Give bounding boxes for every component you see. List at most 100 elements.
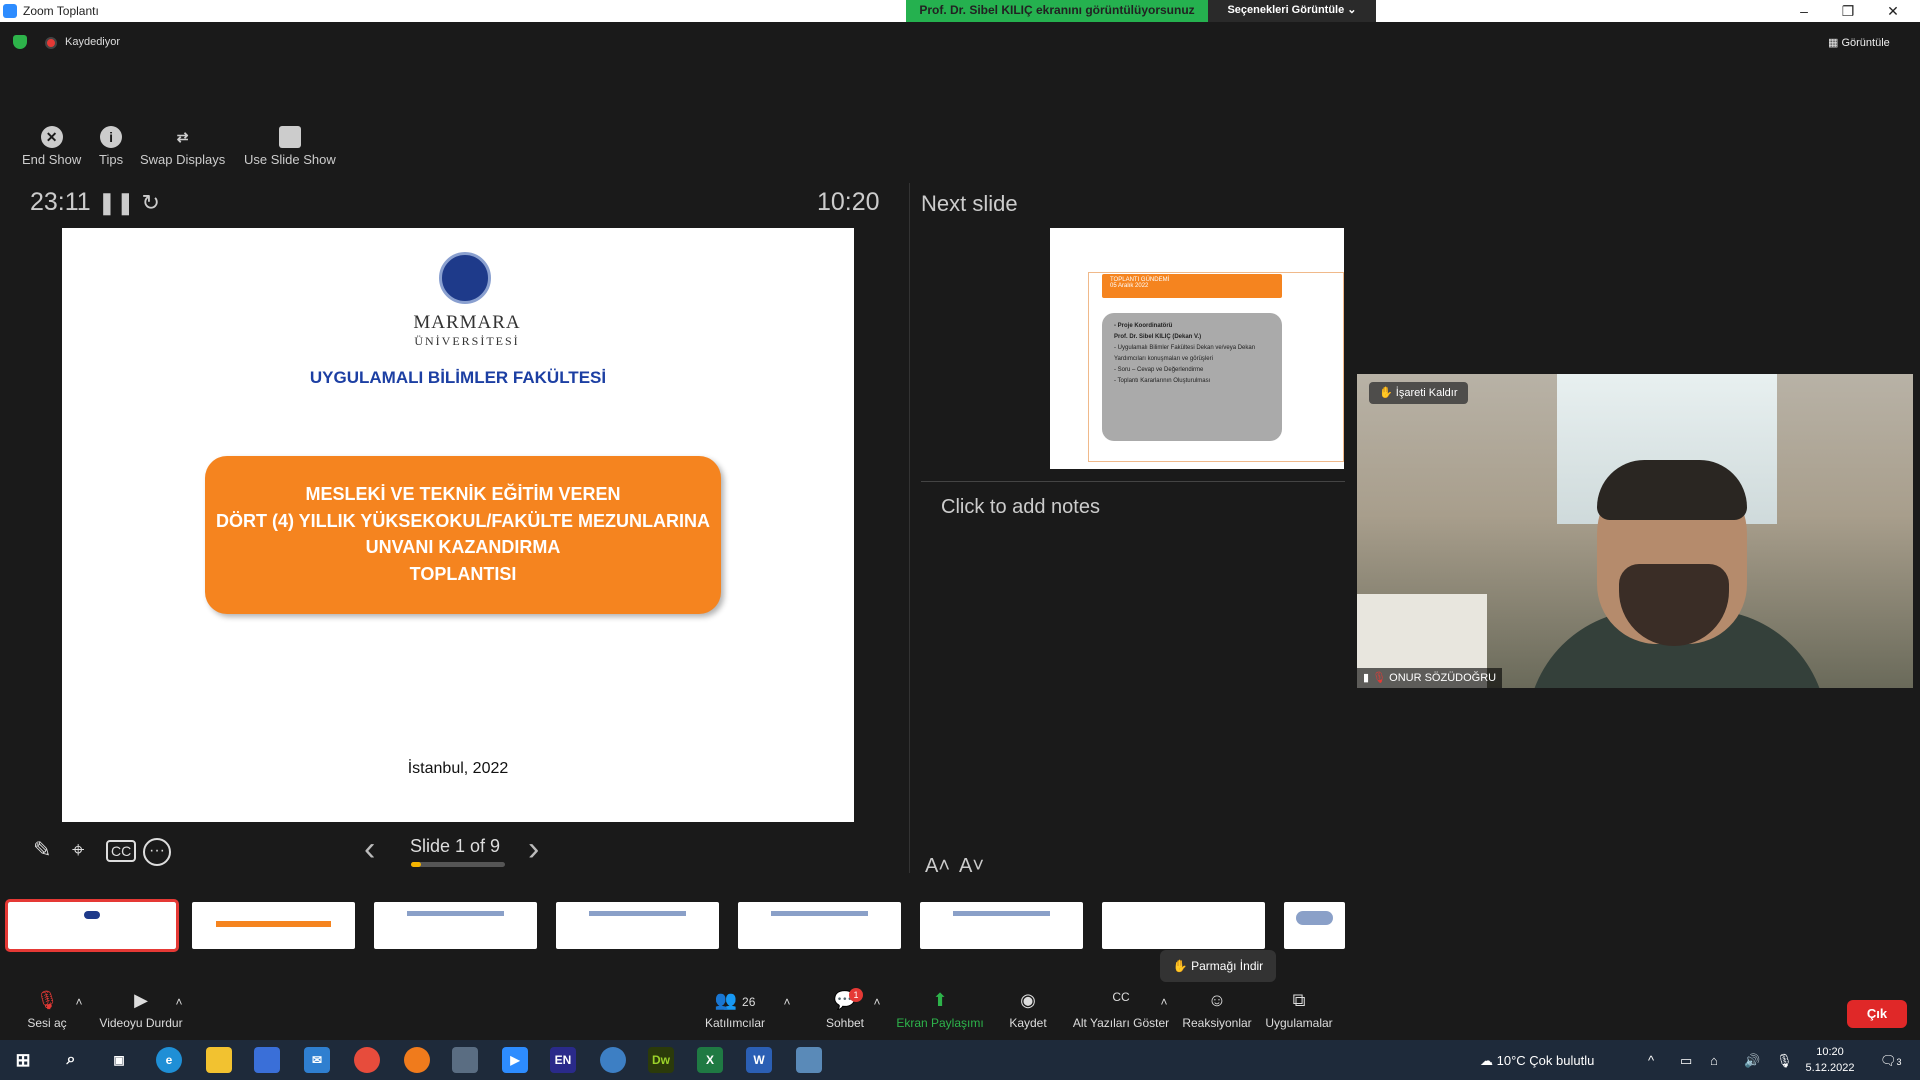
slide-thumbnail[interactable] xyxy=(5,899,179,952)
slide-thumbnail[interactable] xyxy=(1284,902,1345,949)
file-explorer-icon[interactable] xyxy=(206,1047,232,1073)
leave-button[interactable]: Çık xyxy=(1847,1000,1907,1028)
participants-button[interactable]: 👥 26 Katılımcılar xyxy=(700,990,770,1030)
audio-options-chevron-icon[interactable]: ˄ xyxy=(72,995,86,1009)
taskbar xyxy=(0,1040,1920,1080)
view-options-dropdown[interactable]: Seçenekleri Görüntüle ⌄ xyxy=(1208,0,1376,22)
tips-button[interactable]: i Tips xyxy=(99,126,123,167)
calculator-icon[interactable] xyxy=(452,1047,478,1073)
view-button[interactable]: ▦ Görüntüle xyxy=(1828,32,1908,54)
meet-now-icon[interactable]: ▭ xyxy=(1680,1053,1692,1069)
weather-text: 10°C Çok bulutlu xyxy=(1496,1053,1595,1068)
subtitles-icon[interactable]: CC xyxy=(106,840,137,862)
video-options-chevron-icon[interactable]: ˄ xyxy=(172,995,186,1009)
reset-icon[interactable]: ↻ xyxy=(142,190,160,215)
university-logo xyxy=(439,252,491,304)
meeting-title-line: MESLEKİ VE TEKNİK EĞİTİM VEREN xyxy=(305,484,621,504)
slide-place-date: İstanbul, 2022 xyxy=(407,760,509,777)
captions-chevron-icon[interactable]: ˄ xyxy=(1157,995,1171,1009)
mail-icon[interactable]: ✉ xyxy=(304,1047,330,1073)
previous-slide-icon[interactable]: ‹ xyxy=(364,830,375,869)
excel-icon[interactable]: X xyxy=(697,1047,723,1073)
muted-mic-icon: 🎙 xyxy=(35,990,59,1010)
next-slide-preview[interactable]: TOPLANTI GÜNDEMİ 05 Aralık 2022 - Proje … xyxy=(1050,228,1344,469)
participant-name: ONUR SÖZÜDOĞRU xyxy=(1389,672,1497,684)
swap-label: Swap Displays xyxy=(140,152,226,167)
language-icon[interactable]: EN xyxy=(550,1047,576,1073)
laser-pointer-icon[interactable]: ⌖ xyxy=(72,837,84,863)
grid-icon: ▦ xyxy=(1828,37,1842,49)
chat-chevron-icon[interactable]: ˄ xyxy=(870,995,884,1009)
paint-icon[interactable] xyxy=(796,1047,822,1073)
zoom-taskbar-icon[interactable]: ▶ xyxy=(502,1047,528,1073)
taskbar-date: 5.12.2022 xyxy=(1805,1062,1855,1074)
minimize-icon[interactable]: – xyxy=(1792,2,1816,20)
agenda-card: - Proje Koordinatörü Prof. Dr. Sibel KIL… xyxy=(1102,313,1282,441)
pen-icon[interactable]: ✎ xyxy=(33,837,51,863)
windows-start-icon[interactable]: ⊞ xyxy=(10,1047,36,1073)
share-screen-button[interactable]: ⬆ Ekran Paylaşımı xyxy=(896,990,984,1030)
search-icon[interactable]: ⌕ xyxy=(58,1047,84,1073)
taskbar-clock[interactable]: 10:20 5.12.2022 xyxy=(1800,1044,1860,1076)
use-slide-show-button[interactable]: Use Slide Show xyxy=(244,126,336,167)
next-slide-title: Next slide xyxy=(921,191,1018,216)
participant-video[interactable]: ✋ İşareti Kaldır ▮ 🎙 ONUR SÖZÜDOĞRU xyxy=(1357,374,1913,688)
slide-thumbnail[interactable] xyxy=(374,902,537,949)
encryption-shield-icon[interactable] xyxy=(13,35,27,49)
apps-button[interactable]: ⧉ Uygulamalar xyxy=(1264,990,1334,1030)
edge-browser-icon[interactable]: e xyxy=(156,1047,182,1073)
firefox-icon[interactable] xyxy=(404,1047,430,1073)
store-icon[interactable] xyxy=(254,1047,280,1073)
agenda-item: - Toplantı Kararlarının Oluşturulması xyxy=(1114,378,1211,384)
record-icon: ◉ xyxy=(1020,990,1036,1010)
microphone-icon[interactable]: 🎙 xyxy=(1776,1053,1793,1069)
slide-thumbnail[interactable] xyxy=(920,902,1083,949)
pause-icon[interactable]: ❚❚ xyxy=(98,190,135,215)
use-slide-show-label: Use Slide Show xyxy=(244,152,336,167)
reactions-button[interactable]: ☺ Reaksiyonlar xyxy=(1182,990,1252,1030)
volume-icon[interactable]: 🔊 xyxy=(1744,1053,1760,1069)
apps-icon: ⧉ xyxy=(1292,990,1306,1010)
restore-icon[interactable]: ❐ xyxy=(1836,2,1860,20)
slide-thumbnail[interactable] xyxy=(738,902,901,949)
next-slide-icon[interactable]: › xyxy=(528,830,539,869)
task-view-icon[interactable]: ▣ xyxy=(106,1047,132,1073)
slide-progress-fill xyxy=(411,862,422,867)
notifications-icon[interactable]: 🗨3 xyxy=(1880,1053,1902,1069)
participants-chevron-icon[interactable]: ˄ xyxy=(780,995,794,1009)
notes-area[interactable]: Click to add notes xyxy=(941,496,1100,519)
apps-label: Uygulamalar xyxy=(1265,1016,1333,1030)
decrease-font-icon[interactable]: A˅ xyxy=(959,855,984,878)
close-icon[interactable]: ✕ xyxy=(1881,2,1905,20)
stop-video-label: Videoyu Durdur xyxy=(99,1016,183,1030)
lower-hand-pill[interactable]: ✋ Parmağı İndir xyxy=(1160,950,1276,982)
lower-hand-label: İşareti Kaldır xyxy=(1395,387,1458,399)
participants-count: 26 xyxy=(742,995,756,1009)
swap-displays-button[interactable]: ⇄ Swap Displays xyxy=(140,126,225,167)
weather-widget[interactable]: ☁ 10°C Çok bulutlu xyxy=(1480,1053,1594,1069)
chrome-icon[interactable] xyxy=(354,1047,380,1073)
muted-mic-icon: 🎙 xyxy=(1372,672,1387,684)
unmute-label: Sesi aç xyxy=(27,1016,67,1030)
word-icon[interactable]: W xyxy=(746,1047,772,1073)
slide-thumbnail[interactable] xyxy=(1102,902,1265,949)
network-app-icon[interactable] xyxy=(600,1047,626,1073)
slide-thumbnail[interactable] xyxy=(556,902,719,949)
slide-thumbnail[interactable] xyxy=(192,902,355,949)
lower-hand-button[interactable]: ✋ İşareti Kaldır xyxy=(1369,382,1468,404)
network-icon[interactable]: ⌂ xyxy=(1710,1053,1718,1068)
unmute-button[interactable]: 🎙 Sesi aç xyxy=(22,990,72,1030)
show-hidden-icons-icon[interactable]: ^ xyxy=(1648,1053,1654,1068)
record-button[interactable]: ◉ Kaydet xyxy=(1003,990,1053,1030)
share-screen-label: Ekran Paylaşımı xyxy=(896,1016,984,1030)
screen-share-banner: Prof. Dr. Sibel KILIÇ ekranını görüntülü… xyxy=(906,0,1208,22)
more-options-icon[interactable]: ··· xyxy=(143,838,171,866)
increase-font-icon[interactable]: A˄ xyxy=(925,855,950,878)
dreamweaver-icon[interactable]: Dw xyxy=(648,1047,674,1073)
cloud-icon: ☁ xyxy=(1480,1053,1497,1068)
agenda-item: - Soru – Cevap ve Değerlendirme xyxy=(1114,367,1204,373)
show-captions-button[interactable]: CC Alt Yazıları Göster xyxy=(1072,990,1170,1030)
pane-divider[interactable] xyxy=(909,183,910,873)
end-show-button[interactable]: ✕ End Show xyxy=(22,126,81,167)
signal-icon: ▮ xyxy=(1363,672,1373,684)
